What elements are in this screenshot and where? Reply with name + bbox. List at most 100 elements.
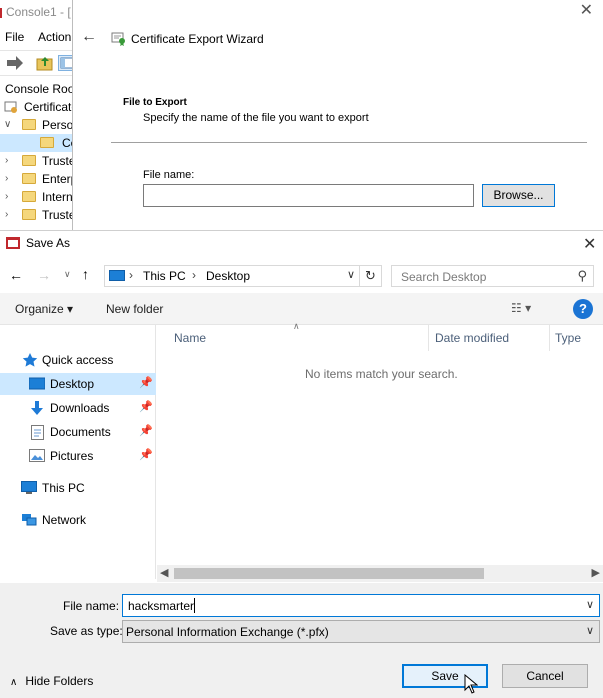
file-list: ∧ Name Date modified Type No items match… bbox=[157, 321, 603, 579]
pin-icon[interactable]: 📌 bbox=[139, 448, 153, 461]
close-icon[interactable]: ✕ bbox=[580, 0, 593, 20]
search-placeholder: Search Desktop bbox=[401, 270, 487, 284]
address-dropdown-icon[interactable]: ∨ bbox=[347, 268, 355, 281]
forward-arrow-icon[interactable] bbox=[6, 55, 24, 71]
nav-item-label: Downloads bbox=[50, 401, 110, 415]
tree-item-trusted-publishers[interactable]: › Truste bbox=[0, 206, 80, 224]
horizontal-scrollbar[interactable]: ◀ ▶ bbox=[157, 565, 603, 582]
nav-item-label: Quick access bbox=[42, 353, 114, 367]
tree-item-label: Truste bbox=[42, 208, 76, 222]
address-bar[interactable]: › This PC › Desktop ∨ ↻ bbox=[104, 265, 382, 287]
hide-folders-label: Hide Folders bbox=[25, 674, 94, 688]
column-header-name[interactable]: Name bbox=[157, 325, 429, 351]
nav-item-this-pc[interactable]: This PC bbox=[0, 477, 156, 499]
file-name-input[interactable]: hacksmarter ∨ bbox=[122, 594, 600, 617]
save-as-type-select[interactable]: Personal Information Exchange (*.pfx) ∨ bbox=[122, 620, 600, 643]
column-header-type[interactable]: Type bbox=[550, 325, 603, 351]
nav-item-network[interactable]: Network bbox=[0, 509, 156, 531]
certificates-snapin-icon bbox=[4, 100, 18, 117]
chevron-right-icon[interactable]: › bbox=[5, 209, 15, 220]
menu-file[interactable]: File bbox=[5, 30, 24, 44]
nav-item-quick-access[interactable]: Quick access bbox=[0, 349, 156, 371]
save-as-type-value: Personal Information Exchange (*.pfx) bbox=[126, 625, 329, 639]
computer-icon bbox=[109, 270, 125, 281]
forward-arrow-icon[interactable]: → bbox=[37, 267, 51, 283]
recent-locations-chevron-icon[interactable]: ∨ bbox=[64, 269, 71, 280]
folder-icon bbox=[22, 119, 36, 130]
breadcrumb-separator-icon[interactable]: › bbox=[129, 268, 133, 282]
nav-item-downloads[interactable]: Downloads 📌 bbox=[0, 397, 156, 419]
back-arrow-icon[interactable]: ← bbox=[81, 28, 97, 46]
menu-action[interactable]: Action bbox=[38, 30, 71, 44]
file-name-label: File name: bbox=[63, 599, 120, 613]
chevron-right-icon[interactable]: › bbox=[5, 173, 15, 184]
nav-item-label: Pictures bbox=[50, 449, 94, 463]
chevron-down-icon[interactable]: ∨ bbox=[586, 598, 594, 611]
close-icon[interactable]: ✕ bbox=[583, 234, 596, 254]
folder-icon bbox=[22, 155, 36, 166]
tree-item-intermediate[interactable]: › Intern bbox=[0, 188, 80, 206]
mmc-toolbar bbox=[0, 50, 80, 76]
save-options-panel: File name: hacksmarter ∨ Save as type: P… bbox=[0, 583, 603, 698]
chevron-down-icon[interactable]: ∨ bbox=[4, 119, 14, 130]
tree-item-console-root[interactable]: Console Root bbox=[0, 80, 80, 98]
folder-icon bbox=[22, 173, 36, 184]
star-icon bbox=[22, 353, 38, 367]
tree-item-certificates-store[interactable]: Ce bbox=[0, 134, 80, 152]
nav-item-documents[interactable]: Documents 📌 bbox=[0, 421, 156, 443]
text-caret bbox=[194, 598, 195, 613]
up-folder-icon[interactable] bbox=[36, 55, 54, 71]
empty-message: No items match your search. bbox=[305, 367, 458, 381]
column-header-date-modified[interactable]: Date modified bbox=[429, 325, 550, 351]
mouse-cursor-icon bbox=[464, 673, 479, 694]
nav-item-label: This PC bbox=[42, 481, 85, 495]
save-as-app-icon bbox=[6, 237, 20, 249]
chevron-right-icon[interactable]: › bbox=[5, 191, 15, 202]
pin-icon[interactable]: 📌 bbox=[139, 376, 153, 389]
scroll-right-icon[interactable]: ▶ bbox=[592, 566, 600, 579]
organize-button[interactable]: Organize ▾ bbox=[15, 302, 73, 316]
chevron-right-icon[interactable]: › bbox=[5, 155, 15, 166]
up-arrow-icon[interactable]: ↑ bbox=[82, 266, 89, 282]
help-icon[interactable]: ? bbox=[573, 299, 593, 319]
scrollbar-thumb[interactable] bbox=[174, 568, 484, 579]
mmc-menu-bar: File Action bbox=[0, 28, 80, 48]
divider bbox=[111, 142, 587, 143]
tree-item-label: Console Root bbox=[5, 82, 78, 96]
nav-item-desktop[interactable]: Desktop 📌 bbox=[0, 373, 156, 395]
pin-icon[interactable]: 📌 bbox=[139, 424, 153, 437]
breadcrumb-desktop[interactable]: Desktop bbox=[206, 269, 250, 283]
view-options-icon[interactable]: ☷ ▾ bbox=[511, 301, 531, 315]
file-name-input[interactable] bbox=[143, 184, 474, 207]
new-folder-button[interactable]: New folder bbox=[106, 302, 163, 316]
back-arrow-icon[interactable]: ← bbox=[9, 267, 23, 283]
nav-item-pictures[interactable]: Pictures 📌 bbox=[0, 445, 156, 467]
certificate-icon bbox=[111, 30, 127, 46]
folder-icon bbox=[22, 209, 36, 220]
search-box[interactable]: Search Desktop ⚲ bbox=[391, 265, 594, 287]
command-bar: Organize ▾ New folder ☷ ▾ ? bbox=[0, 293, 603, 325]
breadcrumb-separator-icon[interactable]: › bbox=[192, 268, 196, 282]
search-icon[interactable]: ⚲ bbox=[577, 268, 587, 284]
desktop-icon bbox=[28, 377, 46, 391]
chevron-up-icon: ∧ bbox=[10, 677, 18, 688]
breadcrumb-this-pc[interactable]: This PC bbox=[143, 269, 186, 283]
cancel-button[interactable]: Cancel bbox=[502, 664, 588, 688]
certificate-export-wizard: ✕ ← Certificate Export Wizard File to Ex… bbox=[72, 0, 603, 232]
tree-item-trusted-root[interactable]: › Truste bbox=[0, 152, 80, 170]
browse-button[interactable]: Browse... bbox=[482, 184, 555, 207]
tree-item-enterprise[interactable]: › Enterp bbox=[0, 170, 80, 188]
file-name-value: hacksmarter bbox=[128, 599, 195, 613]
scroll-left-icon[interactable]: ◀ bbox=[160, 566, 168, 579]
nav-item-label: Network bbox=[42, 513, 87, 527]
hide-folders-button[interactable]: ∧ Hide Folders bbox=[10, 674, 93, 688]
tree-item-personal[interactable]: ∨ Perso bbox=[0, 116, 80, 134]
documents-icon bbox=[31, 425, 47, 440]
refresh-icon[interactable]: ↻ bbox=[359, 266, 381, 286]
save-as-dialog: Save As ✕ ← → ∨ ↑ › This PC › Desktop ∨ … bbox=[0, 230, 603, 698]
pin-icon[interactable]: 📌 bbox=[139, 400, 153, 413]
chevron-down-icon[interactable]: ∨ bbox=[586, 624, 594, 637]
section-description: Specify the name of the file you want to… bbox=[143, 112, 369, 124]
nav-item-label: Desktop bbox=[50, 377, 95, 391]
tree-item-certificates[interactable]: Certificate bbox=[0, 98, 80, 116]
